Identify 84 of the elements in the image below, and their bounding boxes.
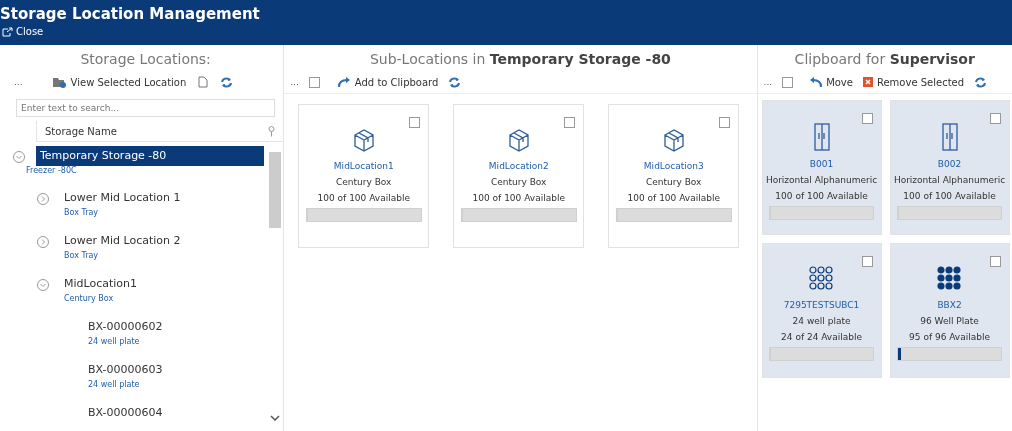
forward-arrow-icon [337, 77, 351, 87]
expanded-icon[interactable] [12, 150, 26, 164]
refresh-icon[interactable] [220, 76, 234, 88]
exit-icon [2, 26, 13, 37]
location-card[interactable]: BBX2 96 Well Plate 95 of 96 Available [889, 243, 1010, 378]
checkbox[interactable] [989, 113, 1001, 124]
availability-text: 100 of 100 Available [317, 193, 410, 203]
location-name: MidLocation1 [333, 161, 394, 171]
checkbox[interactable] [564, 117, 576, 128]
panel-title: Storage Locations: [79, 50, 212, 69]
collapsed-icon[interactable] [36, 192, 50, 206]
search-field[interactable]: Enter text to search... [16, 99, 276, 117]
location-card[interactable]: 7295TESTSUBC1 24 well plate 24 of 24 Available [761, 243, 882, 378]
well-plate-icon [808, 266, 835, 292]
location-type: Freezer -80C [25, 166, 78, 175]
availability-text: 100 of 100 Available [903, 191, 996, 201]
close-button[interactable]: Close [0, 24, 46, 39]
location-name: MidLocation3 [643, 161, 704, 171]
expanded-icon[interactable] [36, 278, 50, 292]
view-location-button[interactable]: View Selected Location [52, 76, 187, 88]
pin-icon[interactable] [268, 125, 276, 137]
tree-item[interactable]: BX-00000604 [84, 403, 167, 423]
collapsed-icon[interactable] [36, 235, 50, 249]
location-card[interactable]: B002 Horizontal Alphanumeric 100 of 100 Available [889, 100, 1010, 235]
tree-item[interactable]: Lower Mid Location 2 [60, 231, 185, 251]
location-name: 7295TESTSUBC1 [783, 300, 860, 310]
tree-item[interactable]: BX-00000603 [84, 360, 167, 380]
location-type: Century Box [63, 294, 115, 303]
availability-text: 24 of 24 Available [781, 332, 862, 342]
checkbox[interactable] [861, 256, 873, 267]
location-card[interactable]: B001 Horizontal Alphanumeric 100 of 100 Available [761, 100, 882, 235]
back-arrow-icon [809, 77, 823, 87]
well-plate-icon [936, 266, 963, 292]
location-type: Century Box [336, 177, 392, 187]
location-card[interactable]: MidLocation1 Century Box 100 of 100 Available [298, 104, 430, 248]
more-button[interactable]: ... [290, 77, 299, 87]
tree-item[interactable]: Temporary Storage -80 [36, 146, 264, 166]
location-type: Horizontal Alphanumeric [893, 175, 1006, 185]
checkbox[interactable] [719, 117, 731, 128]
column-header[interactable]: Storage Name [45, 125, 117, 137]
location-type: 24 well plate [792, 316, 851, 326]
location-name: B001 [809, 159, 834, 169]
availability-text: 100 of 100 Available [775, 191, 868, 201]
location-type: Box Tray [63, 251, 100, 260]
cabinet-icon [941, 123, 958, 151]
location-type: Box Tray [63, 208, 100, 217]
tree-item[interactable]: MidLocation1 [60, 274, 142, 294]
location-type: Century Box [646, 177, 702, 187]
location-name: B002 [937, 159, 962, 169]
checkbox[interactable] [989, 256, 1001, 267]
tree-item[interactable]: BX-00000602 [84, 317, 167, 337]
location-card[interactable]: MidLocation2 Century Box 100 of 100 Available [453, 104, 585, 248]
cabinet-icon [813, 123, 830, 151]
availability-text: 100 of 100 Available [472, 193, 565, 203]
remove-selected-button[interactable]: Remove Selected [862, 76, 965, 88]
location-type: Horizontal Alphanumeric [765, 175, 878, 185]
checkbox[interactable] [409, 117, 421, 128]
more-button[interactable]: ... [763, 77, 773, 87]
scroll-down-icon[interactable] [270, 415, 281, 421]
window-title: Storage Location Management [0, 4, 261, 24]
scrollbar-thumb[interactable] [269, 152, 282, 228]
panel-title: Clipboard for Supervisor [793, 50, 976, 69]
select-all-checkbox[interactable] [782, 76, 794, 88]
move-button[interactable]: Move [809, 76, 853, 88]
refresh-icon[interactable] [974, 76, 988, 88]
location-type: 96 Well Plate [920, 316, 979, 326]
more-button[interactable]: ... [14, 77, 23, 87]
location-type: Century Box [491, 177, 547, 187]
add-to-clipboard-button[interactable]: Add to Clipboard [337, 76, 439, 88]
location-card[interactable]: MidLocation3 Century Box 100 of 100 Available [608, 104, 740, 248]
refresh-icon[interactable] [448, 76, 462, 88]
select-all-checkbox[interactable] [308, 76, 320, 88]
panel-title: Sub-Locations in Temporary Storage -80 [368, 50, 672, 69]
checkbox[interactable] [861, 113, 873, 124]
folder-icon [52, 76, 67, 88]
tree-item[interactable]: Lower Mid Location 1 [60, 188, 185, 208]
location-type: 24 well plate [87, 380, 141, 389]
availability-text: 95 of 96 Available [909, 332, 990, 342]
remove-icon [862, 77, 873, 87]
availability-text: 100 of 100 Available [627, 193, 720, 203]
location-type: 24 well plate [87, 337, 141, 346]
location-name: BBX2 [937, 300, 962, 310]
new-document-icon[interactable] [198, 76, 209, 88]
location-name: MidLocation2 [488, 161, 549, 171]
